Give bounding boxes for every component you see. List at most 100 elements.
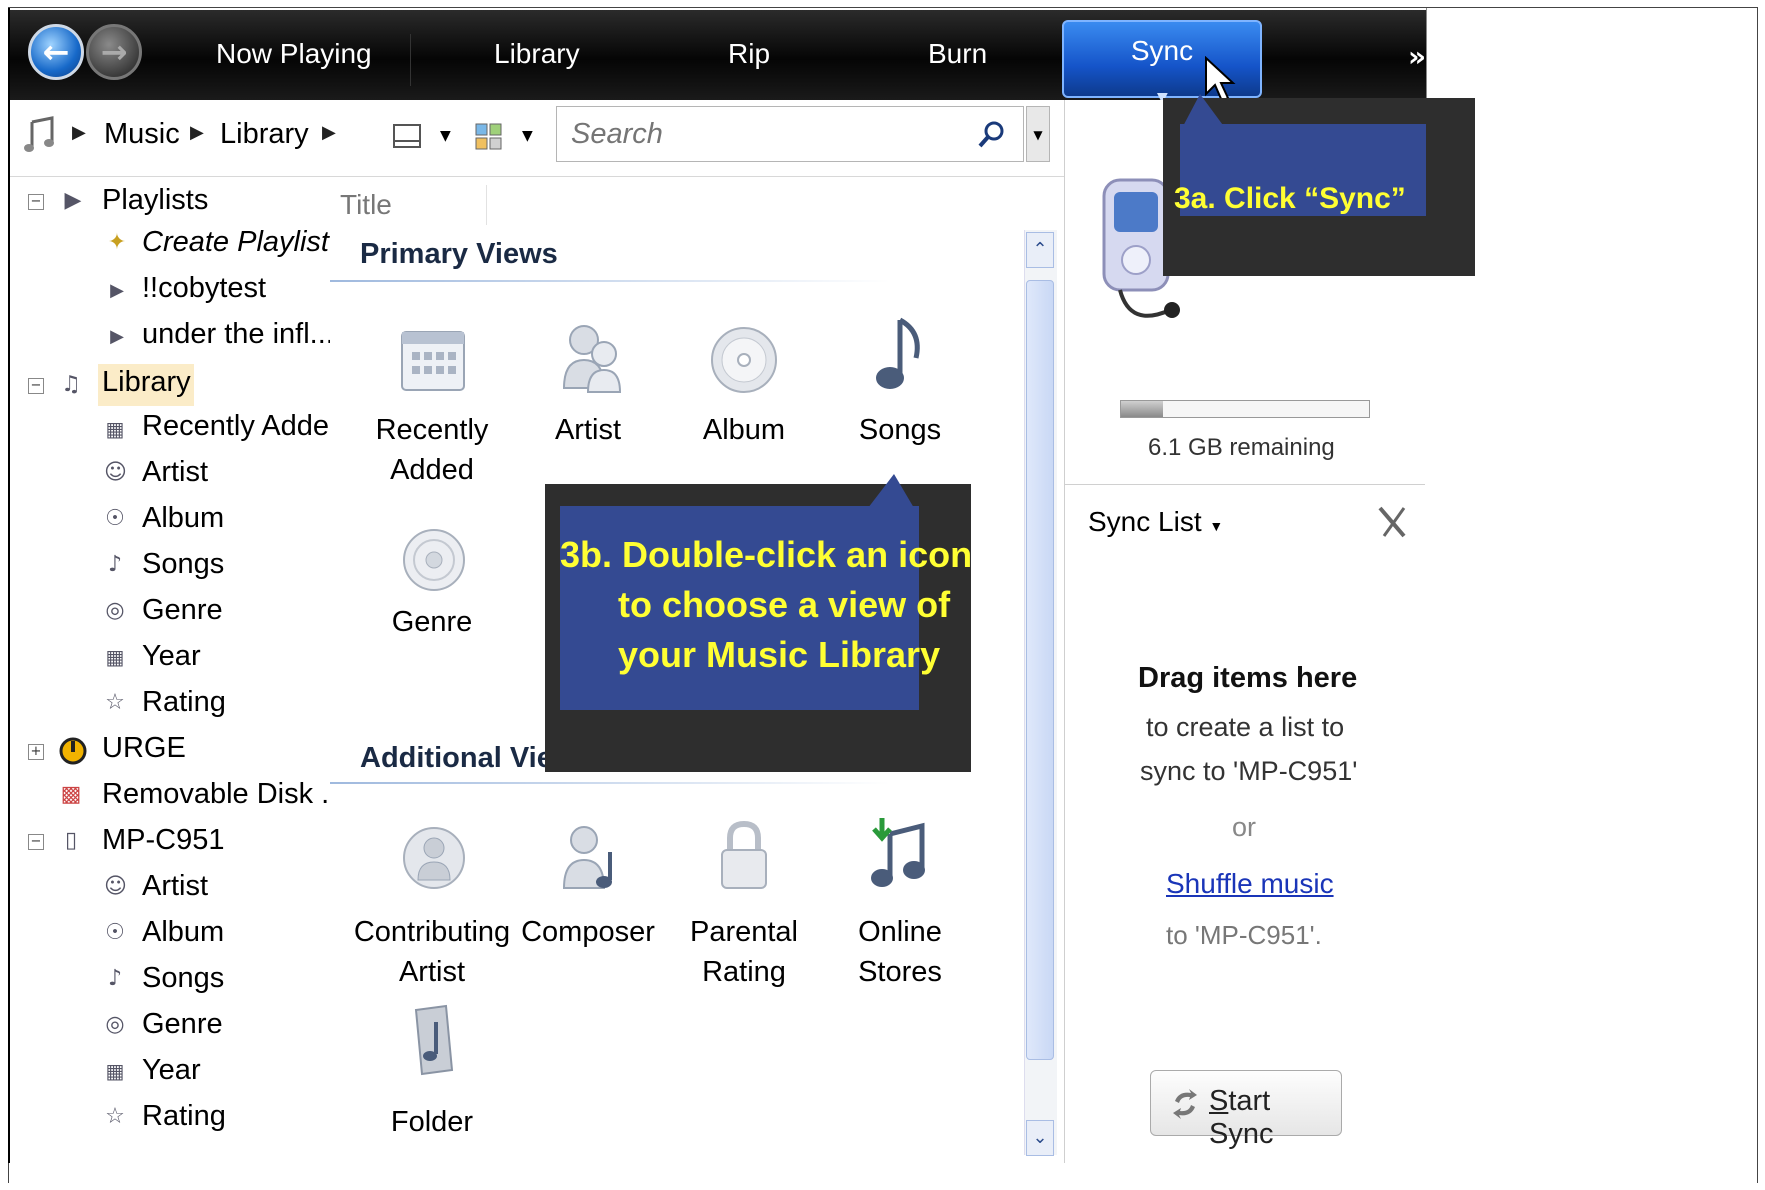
layout-dropdown-icon[interactable]: ▼ [440, 128, 451, 144]
callout-3a-text: 3a. Click “Sync” [1174, 182, 1406, 215]
create-playlist-icon: ✦ [107, 230, 127, 255]
online-stores-icon [871, 818, 925, 887]
search-input[interactable] [569, 117, 953, 152]
collapse-library-icon[interactable]: − [28, 378, 44, 394]
collapse-playlists-icon[interactable]: − [28, 194, 44, 210]
tree-genre[interactable]: Genre [142, 594, 223, 627]
callout-pointer [868, 474, 914, 508]
tree-device-album[interactable]: Album [142, 916, 224, 949]
drag-items-text: sync to 'MP-C951' [1140, 756, 1358, 786]
tree-device-artist[interactable]: Artist [142, 870, 208, 903]
layout-options-icon[interactable] [392, 122, 422, 150]
column-header-title[interactable]: Title [330, 185, 487, 225]
drag-items-text: to create a list to [1146, 712, 1345, 742]
search-options-button[interactable]: ▼ [1026, 106, 1050, 162]
storage-bar [1120, 400, 1370, 418]
tree-album[interactable]: Album [142, 502, 224, 535]
sync-arrows-icon [1173, 1089, 1197, 1119]
album-icon: ☉ [105, 506, 125, 531]
tile-label: Rating [702, 956, 786, 988]
device-icon: ▯ [64, 828, 78, 853]
more-tabs-icon[interactable]: » [1408, 40, 1426, 73]
tile-label: Artist [554, 414, 622, 446]
artist-icon: ☺ [104, 460, 127, 485]
sync-list-label: Sync List [1088, 506, 1202, 537]
tree-device-year[interactable]: Year [142, 1054, 201, 1087]
tab-now-playing[interactable]: Now Playing [216, 38, 372, 70]
tree-playlists[interactable]: Playlists [102, 184, 208, 217]
expand-urge-icon[interactable]: + [28, 744, 44, 760]
tree-artist[interactable]: Artist [142, 456, 208, 489]
tile-label: Added [390, 454, 474, 486]
music-note-icon [24, 116, 54, 152]
contributing-artist-icon [403, 827, 465, 889]
star-icon: ☆ [105, 690, 125, 715]
scroll-down-button[interactable]: ⌄ [1026, 1120, 1054, 1156]
tree-rating[interactable]: Rating [142, 686, 226, 719]
calendar-icon [401, 331, 465, 391]
forward-button[interactable]: → [86, 24, 142, 80]
tree-playlist-item[interactable]: !!cobytest [142, 272, 266, 305]
breadcrumb-library[interactable]: Library [220, 118, 309, 151]
callout-3b-text: to choose a view of [618, 584, 951, 625]
tab-burn[interactable]: Burn [928, 38, 987, 70]
tree-device[interactable]: MP-C951 [102, 824, 225, 857]
breadcrumb-separator-icon[interactable]: ▶ [322, 122, 336, 143]
calendar-icon: ▦ [105, 417, 125, 441]
back-arrow-icon: ← [42, 33, 70, 71]
tree-playlist-item[interactable]: under the infl... [142, 318, 334, 351]
search-icon[interactable] [977, 119, 1007, 149]
tree-recently-added[interactable]: Recently Added [142, 410, 345, 443]
scroll-up-button[interactable]: ⌃ [1026, 232, 1054, 268]
genre-icon: ◎ [105, 1012, 125, 1037]
calendar-icon: ▦ [105, 645, 125, 669]
playlist-icon: ▶ [64, 188, 82, 213]
scrollbar-thumb[interactable] [1026, 280, 1054, 1060]
chevron-down-icon: ▼ [1209, 518, 1224, 534]
tree-songs[interactable]: Songs [142, 548, 224, 581]
tree-device-songs[interactable]: Songs [142, 962, 224, 995]
tree-library[interactable]: Library [102, 366, 191, 399]
callout-3b-text: your Music Library [618, 634, 941, 675]
playlist-icon: ▶ [110, 280, 124, 301]
tree-removable-disk[interactable]: Removable Disk ... [102, 778, 345, 811]
close-sync-list-icon[interactable] [1376, 504, 1408, 540]
star-icon: ☆ [105, 1104, 125, 1129]
tree-year[interactable]: Year [142, 640, 201, 673]
genre-icon: ◎ [105, 598, 125, 623]
tree-device-genre[interactable]: Genre [142, 1008, 223, 1041]
section-primary-views: Primary Views [360, 238, 558, 270]
collapse-device-icon[interactable]: − [28, 834, 44, 850]
tile-label: Composer [521, 916, 655, 948]
view-options-icon[interactable] [474, 122, 504, 152]
start-sync-button[interactable]: Start Sync [1150, 1070, 1342, 1150]
urge-icon [59, 737, 87, 765]
album-icon: ☉ [105, 920, 125, 945]
search-box[interactable] [556, 106, 1024, 162]
back-button[interactable]: ← [28, 24, 84, 80]
tab-rip[interactable]: Rip [728, 38, 770, 70]
tile-label: Songs [858, 414, 942, 446]
shuffle-music-link[interactable]: Shuffle music [1166, 868, 1334, 900]
breadcrumb-separator-icon: ▶ [190, 122, 204, 143]
tree-create-playlist[interactable]: Create Playlist [142, 226, 329, 259]
storage-remaining: 6.1 GB remaining [1148, 434, 1335, 461]
breadcrumb-music[interactable]: Music [104, 118, 180, 151]
artist-icon [562, 325, 622, 393]
storage-used-fill [1121, 401, 1164, 417]
tree-device-rating[interactable]: Rating [142, 1100, 226, 1133]
tile-label: Contributing [353, 916, 511, 948]
song-icon: ♪ [107, 552, 123, 577]
view-dropdown-icon[interactable]: ▼ [522, 128, 533, 144]
tile-label: Recently [375, 414, 489, 446]
artist-icon: ☺ [104, 874, 127, 899]
start-sync-mnemonic: S [1209, 1085, 1229, 1117]
sync-list-dropdown[interactable]: Sync List ▼ [1088, 506, 1223, 538]
drag-items-title: Drag items here [1138, 662, 1358, 694]
song-icon [876, 317, 920, 389]
song-icon: ♪ [107, 966, 123, 991]
tab-library[interactable]: Library [494, 38, 580, 70]
composer-icon [562, 826, 612, 889]
genre-icon [403, 529, 465, 591]
tree-urge[interactable]: URGE [102, 732, 186, 765]
